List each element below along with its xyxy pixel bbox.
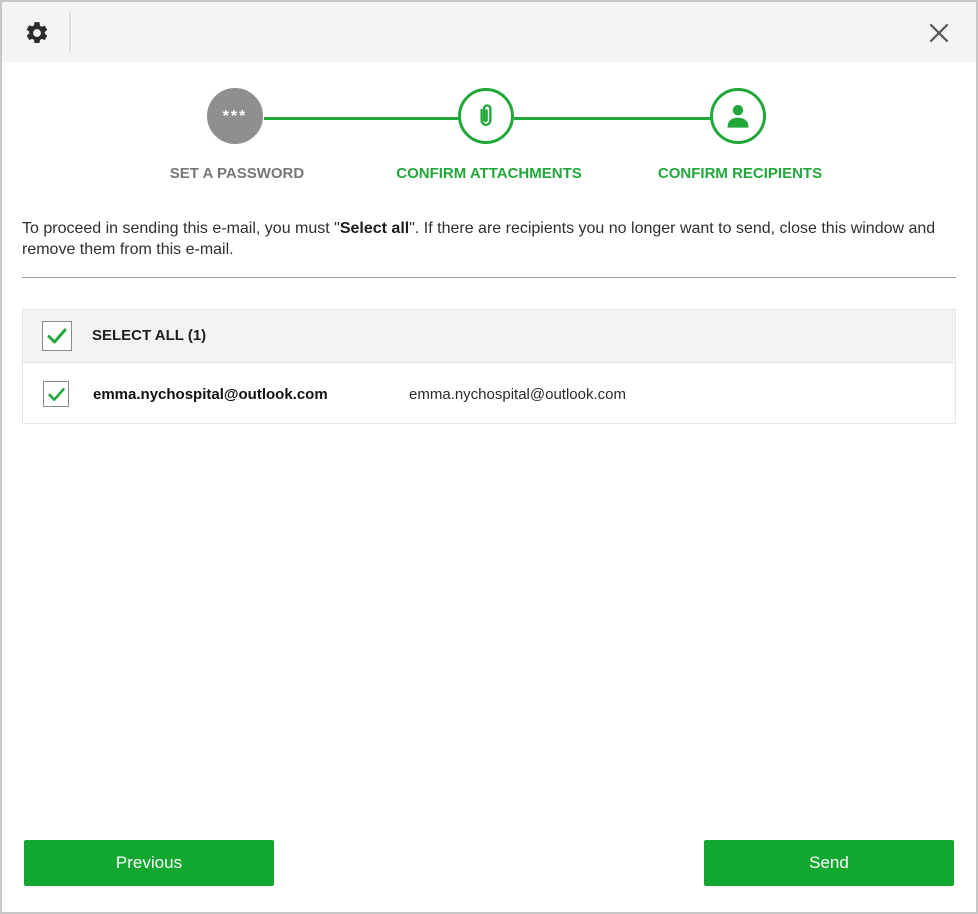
select-all-label: SELECT ALL (1): [92, 327, 207, 344]
progress-stepper: *** SET A PASSWORD CONFIRM ATTACHMENTS C…: [2, 62, 976, 202]
checkmark-icon: [47, 387, 65, 401]
step-password-circle: ***: [207, 88, 263, 144]
step-recipients-label: CONFIRM RECIPIENTS: [657, 165, 823, 182]
step-attachments-label: CONFIRM ATTACHMENTS: [396, 165, 582, 182]
step-connector: [264, 117, 462, 120]
recipient-email: emma.nychospital@outlook.com: [409, 386, 626, 403]
send-button[interactable]: Send: [704, 840, 954, 886]
settings-button[interactable]: [20, 16, 54, 50]
step-connector: [514, 117, 712, 120]
instruction-part: To proceed in sending this e-mail, you m…: [22, 220, 340, 237]
dialog-header: [2, 2, 976, 62]
paperclip-icon: [480, 104, 492, 126]
person-icon: [727, 104, 749, 128]
previous-button[interactable]: Previous: [24, 840, 274, 886]
gear-icon: [26, 22, 48, 44]
recipient-list: SELECT ALL (1) emma.nychospital@outlook.…: [22, 309, 956, 424]
recipient-checkbox[interactable]: [43, 381, 69, 407]
list-item[interactable]: emma.nychospital@outlook.com emma.nychos…: [23, 363, 955, 423]
header-divider: [69, 12, 71, 52]
select-all-checkbox[interactable]: [42, 321, 72, 351]
step-recipients-circle: [710, 88, 766, 144]
step-attachments-circle: [458, 88, 514, 144]
recipients-dialog: *** SET A PASSWORD CONFIRM ATTACHMENTS C…: [0, 0, 978, 914]
password-dots-icon: ***: [222, 108, 248, 125]
instruction-emphasis: Select all: [339, 220, 410, 237]
checkmark-icon: [47, 328, 67, 344]
section-divider: [22, 277, 956, 278]
close-button[interactable]: [922, 16, 956, 50]
instruction-text: To proceed in sending this e-mail, you m…: [22, 218, 962, 260]
select-all-row[interactable]: SELECT ALL (1): [23, 310, 955, 363]
step-password-label: SET A PASSWORD: [169, 165, 305, 182]
recipient-name: emma.nychospital@outlook.com: [93, 386, 328, 403]
close-icon: [929, 23, 949, 43]
